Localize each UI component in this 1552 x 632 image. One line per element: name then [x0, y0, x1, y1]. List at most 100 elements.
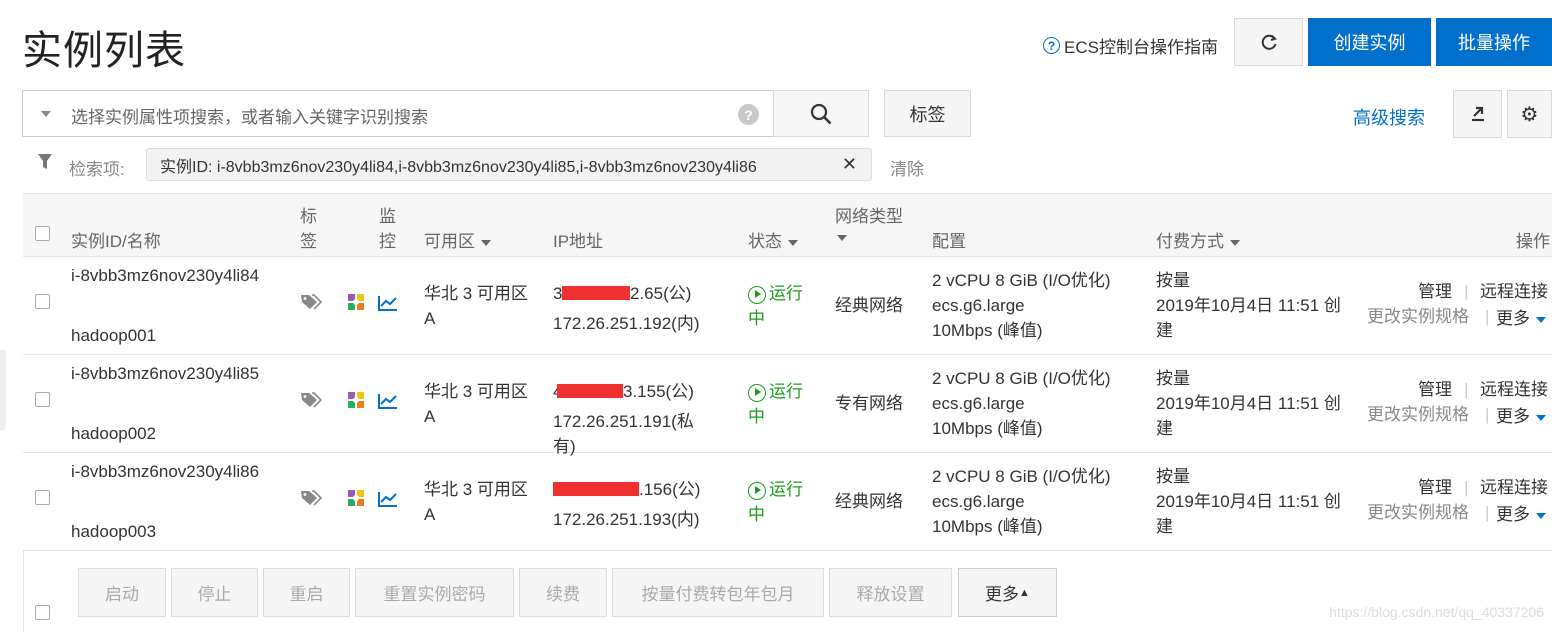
filter-chip-text: 实例ID: i-8vbb3mz6nov230y4li84,i-8vbb3mz6n…: [160, 158, 757, 176]
resize-link[interactable]: 更改实例规格: [1367, 304, 1469, 329]
instance-type-link[interactable]: ecs.g6.large: [932, 293, 1025, 318]
more-dropdown[interactable]: 更多: [1496, 404, 1546, 429]
col-id-name: 实例ID/名称: [71, 232, 161, 251]
monitor-chart-icon[interactable]: [378, 391, 398, 416]
refresh-button[interactable]: [1234, 18, 1303, 66]
console-guide-link[interactable]: ? ECS控制台操作指南: [1043, 33, 1218, 58]
manage-link[interactable]: 管理: [1418, 475, 1452, 500]
chevron-down-icon: [1230, 239, 1240, 246]
created-time-2: 建: [1156, 517, 1173, 536]
tag-icon[interactable]: [300, 489, 323, 514]
left-edge-handle[interactable]: [0, 350, 6, 430]
create-instance-button[interactable]: 创建实例: [1308, 18, 1431, 66]
ops-divider: |: [1464, 478, 1469, 497]
col-billing-label: 付费方式: [1156, 232, 1224, 251]
renew-button[interactable]: 续费: [519, 568, 607, 617]
row-checkbox[interactable]: [35, 294, 50, 309]
play-circle-icon: [748, 285, 766, 304]
zone-line-1: 华北 3 可用区: [424, 284, 528, 303]
more-dropdown[interactable]: 更多: [1496, 502, 1546, 527]
instance-type-link[interactable]: ecs.g6.large: [932, 489, 1025, 514]
col-ops: 操作: [1516, 232, 1550, 251]
col-zone[interactable]: 可用区: [424, 227, 491, 252]
search-input[interactable]: 选择实例属性项搜索，或者输入关键字识别搜索 ?: [22, 90, 774, 137]
reset-password-button[interactable]: 重置实例密码: [355, 568, 514, 617]
row-checkbox[interactable]: [35, 490, 50, 505]
ip-private-1: 172.26.251.193(内): [553, 510, 700, 529]
remote-connect-link[interactable]: 远程连接: [1480, 279, 1548, 304]
close-icon[interactable]: ✕: [842, 154, 857, 175]
select-all-checkbox-bottom[interactable]: [35, 605, 50, 620]
tag-icon[interactable]: [300, 293, 323, 318]
zone-line-1: 华北 3 可用区: [424, 382, 528, 401]
play-circle-icon: [748, 481, 766, 500]
instance-name: hadoop002: [71, 424, 157, 443]
stop-button[interactable]: 停止: [171, 568, 258, 617]
release-settings-button[interactable]: 释放设置: [829, 568, 952, 617]
row-checkbox[interactable]: [35, 392, 50, 407]
settings-button[interactable]: ⚙: [1507, 90, 1552, 138]
ops-divider: |: [1485, 405, 1490, 424]
billing-type: 按量: [1156, 271, 1190, 290]
bandwidth: 10Mbps (峰值): [932, 517, 1043, 536]
refresh-icon: [1261, 34, 1277, 50]
search-icon: [810, 103, 832, 124]
chevron-down-icon: [788, 239, 798, 246]
status-running: 运行: [748, 379, 803, 404]
start-button[interactable]: 启动: [78, 568, 166, 617]
console-guide-label: ECS控制台操作指南: [1064, 38, 1218, 57]
resize-link[interactable]: 更改实例规格: [1367, 500, 1469, 525]
status-line-2: 中: [748, 505, 765, 524]
instance-id-link[interactable]: i-8vbb3mz6nov230y4li85: [71, 361, 259, 386]
remote-connect-link[interactable]: 远程连接: [1480, 377, 1548, 402]
col-billing[interactable]: 付费方式: [1156, 227, 1240, 252]
export-icon: [1471, 106, 1484, 122]
convert-billing-button[interactable]: 按量付费转包年包月: [612, 568, 824, 617]
instance-name: hadoop001: [71, 326, 157, 345]
ip-private-1: 172.26.251.192(内): [553, 314, 700, 333]
config-spec: 2 vCPU 8 GiB (I/O优化): [932, 467, 1111, 486]
search-button[interactable]: [773, 90, 869, 137]
chevron-down-icon: [837, 234, 847, 241]
instance-id-link[interactable]: i-8vbb3mz6nov230y4li84: [71, 263, 259, 288]
created-time: 2019年10月4日 11:51 创: [1156, 492, 1341, 511]
bulk-more-button[interactable]: 更多 ▲: [958, 568, 1057, 617]
more-dropdown[interactable]: 更多: [1496, 306, 1546, 331]
more-label: 更多: [1496, 407, 1530, 426]
bandwidth: 10Mbps (峰值): [932, 419, 1043, 438]
clear-filter-link[interactable]: 清除: [890, 155, 924, 180]
config-spec: 2 vCPU 8 GiB (I/O优化): [932, 271, 1111, 290]
resize-link[interactable]: 更改实例规格: [1367, 402, 1469, 427]
chevron-down-icon[interactable]: [41, 111, 51, 117]
restart-button[interactable]: 重启: [263, 568, 350, 617]
redaction-bar: [562, 286, 630, 300]
filter-chip: 实例ID: i-8vbb3mz6nov230y4li84,i-8vbb3mz6n…: [146, 148, 872, 181]
col-status-label: 状态: [748, 232, 782, 251]
batch-operation-button[interactable]: 批量操作: [1436, 18, 1552, 66]
page-title: 实例列表: [22, 29, 186, 73]
status-running: 运行: [748, 477, 803, 502]
tag-filter-button[interactable]: 标签: [884, 90, 971, 137]
tag-icon[interactable]: [300, 391, 323, 416]
instance-type-link[interactable]: ecs.g6.large: [932, 391, 1025, 416]
help-icon[interactable]: ?: [738, 104, 759, 125]
status-line-2: 中: [748, 309, 765, 328]
play-circle-icon: [748, 383, 766, 402]
col-status[interactable]: 状态: [748, 227, 798, 252]
monitor-chart-icon[interactable]: [378, 293, 398, 318]
status-running: 运行: [748, 281, 803, 306]
instance-id-link[interactable]: i-8vbb3mz6nov230y4li86: [71, 459, 259, 484]
col-monitor-2: 控: [379, 232, 396, 251]
billing-type: 按量: [1156, 467, 1190, 486]
status-line-2: 中: [748, 407, 765, 426]
gear-icon: ⚙: [1520, 103, 1539, 126]
remote-connect-link[interactable]: 远程连接: [1480, 475, 1548, 500]
select-all-checkbox[interactable]: [35, 226, 50, 241]
export-button[interactable]: [1453, 90, 1502, 138]
manage-link[interactable]: 管理: [1418, 279, 1452, 304]
ops-divider: |: [1464, 282, 1469, 301]
col-network-filter[interactable]: [835, 227, 847, 247]
advanced-search-link[interactable]: 高级搜索: [1353, 104, 1425, 130]
monitor-chart-icon[interactable]: [378, 489, 398, 514]
manage-link[interactable]: 管理: [1418, 377, 1452, 402]
